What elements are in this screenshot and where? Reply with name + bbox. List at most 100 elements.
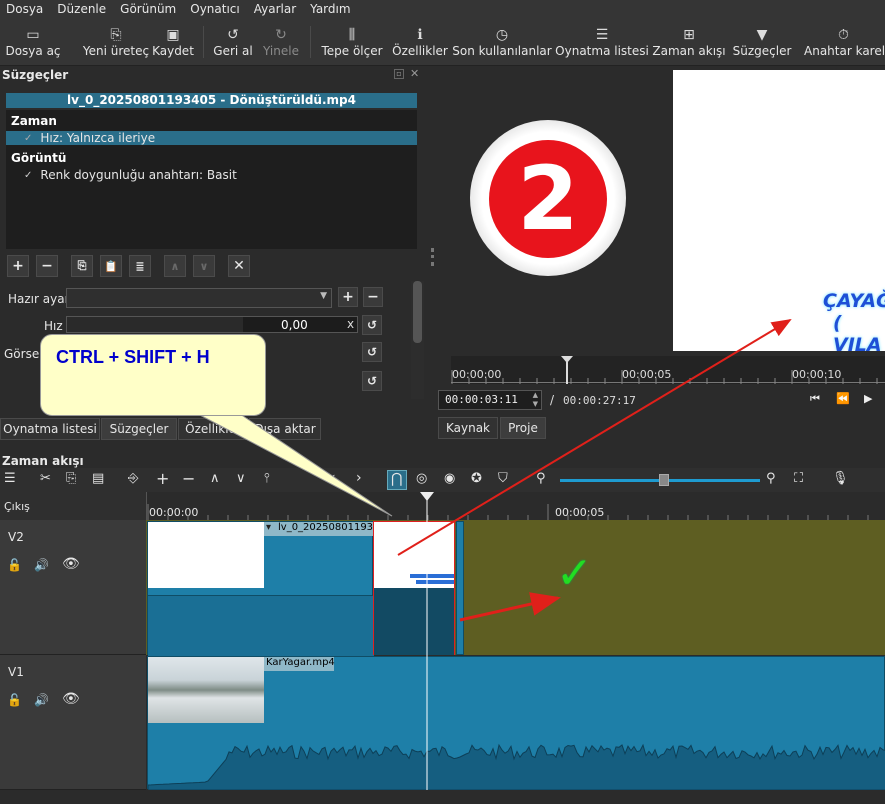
add-filter-button[interactable]: + [7, 255, 29, 277]
lock-icon[interactable]: 🔓 [7, 558, 22, 572]
paste-icon[interactable]: ▤ [92, 471, 104, 486]
ripple-markers-icon[interactable]: ⛉ [498, 471, 508, 486]
ripple-icon[interactable]: ◉ [444, 471, 455, 486]
keyframes-button[interactable]: ⏱ Anahtar karele [804, 20, 885, 64]
copy-icon[interactable]: ⎘ [66, 471, 76, 486]
reset-button[interactable]: ↺ [362, 371, 382, 391]
reset-speed-button[interactable]: ↺ [362, 315, 382, 335]
previous-icon[interactable]: ‹ [330, 470, 336, 486]
properties-button[interactable]: ℹ Özellikler [392, 20, 448, 64]
remove-filter-button[interactable]: − [36, 255, 58, 277]
timeline-scrollbar[interactable] [146, 790, 885, 804]
zoom-fit-icon[interactable]: ⛶ [794, 471, 803, 486]
tab-filters[interactable]: Süzgeçler [101, 418, 177, 440]
tab-playlist[interactable]: Oynatma listesi [0, 418, 100, 440]
playhead-marker[interactable] [561, 356, 573, 363]
menu-edit[interactable]: Düzenle [57, 2, 106, 16]
close-icon[interactable]: ✕ [410, 67, 419, 80]
open-file-button[interactable]: ▭ Dosya aç [5, 20, 60, 64]
record-audio-icon[interactable]: 🎙 [832, 471, 849, 486]
redo-button[interactable]: ↻ Yinele [262, 20, 300, 64]
playlist-button[interactable]: ☰ Oynatma listesi [555, 20, 649, 64]
tab-properties[interactable]: Özellikler [178, 418, 248, 440]
clip-v2-selected[interactable] [373, 521, 455, 655]
splitter-handle[interactable] [431, 248, 434, 266]
speed-slider[interactable]: 0,00 x [66, 316, 358, 333]
next-icon[interactable]: › [356, 470, 362, 486]
timeline-ruler[interactable]: 00:00:00 00:00:05 [146, 492, 885, 520]
deselect-filter-button[interactable]: ✕ [228, 255, 250, 277]
output-header: Çıkış [0, 492, 146, 520]
reset-button[interactable]: ↺ [362, 342, 382, 362]
menu-settings[interactable]: Ayarlar [254, 2, 296, 16]
move-down-button[interactable]: ∨ [193, 255, 215, 277]
scrollbar-track[interactable] [411, 281, 424, 399]
speaker-icon[interactable]: 🔊 [34, 558, 49, 572]
ripple-all-icon[interactable]: ✪ [471, 471, 482, 486]
peak-meter-button[interactable]: ⫼ Tepe ölçer [321, 20, 382, 64]
menu-view[interactable]: Görünüm [120, 2, 176, 16]
check-icon[interactable]: ✓ [24, 133, 32, 144]
add-preset-button[interactable]: + [338, 287, 358, 307]
speaker-icon[interactable]: 🔊 [34, 693, 49, 707]
eye-icon[interactable]: 👁 [62, 556, 80, 572]
tab-project[interactable]: Proje [500, 417, 546, 439]
playhead-marker[interactable] [420, 492, 434, 501]
menu-icon[interactable]: ☰ [4, 471, 16, 486]
scrub-icon[interactable]: ◎ [416, 471, 427, 486]
remove-preset-button[interactable]: − [363, 287, 383, 307]
speed-value[interactable]: 0,00 [281, 318, 308, 332]
tab-export[interactable]: Dışa aktar [249, 418, 321, 440]
menu-player[interactable]: Oynatıcı [190, 2, 239, 16]
tab-source[interactable]: Kaynak [438, 417, 498, 439]
split-icon[interactable]: ⫯ [264, 471, 270, 486]
spin-arrows-icon[interactable]: ▲ ▼ [533, 391, 538, 409]
filter-item-speed[interactable]: ✓ Hız: Yalnızca ileriye [6, 131, 417, 145]
clear-icon[interactable]: x [347, 317, 354, 331]
save-button[interactable]: ▣ Kaydet [152, 20, 194, 64]
append-icon[interactable]: ⎆ [128, 471, 138, 486]
lift-icon[interactable]: ∧ [210, 471, 220, 486]
menu-file[interactable]: Dosya [6, 2, 43, 16]
play-icon[interactable]: ▶ [864, 392, 872, 405]
lock-icon[interactable]: 🔓 [7, 693, 22, 707]
plus-icon[interactable]: + [156, 469, 169, 488]
zoom-out-icon[interactable]: ⚲ [536, 471, 546, 486]
clip-v2-main[interactable]: ▾ lv_0_202508011934 [147, 521, 379, 656]
menu-help[interactable]: Yardım [310, 2, 350, 16]
filter-item-saturation[interactable]: ✓ Renk doygunluğu anahtarı: Basit [6, 168, 417, 182]
copy-filters-button[interactable]: ⎘ [71, 255, 93, 277]
move-up-button[interactable]: ∧ [164, 255, 186, 277]
current-time-field[interactable]: 00:00:03:11 ▲ ▼ [438, 390, 542, 410]
save-preset-button[interactable]: ≣ [129, 255, 151, 277]
overwrite-icon[interactable]: ∨ [236, 471, 246, 486]
clip-v1[interactable]: KarYagar.mp4 [147, 656, 885, 790]
snap-toggle[interactable]: ⋂ [387, 470, 407, 490]
recent-button[interactable]: ◷ Son kullanılanlar [452, 20, 551, 64]
current-time-value[interactable]: 00:00:03:11 [445, 393, 518, 406]
filter-list[interactable]: Zaman ✓ Hız: Yalnızca ileriye Görüntü ✓ … [6, 110, 417, 249]
filters-button[interactable]: ▼ Süzgeçler [733, 20, 792, 64]
eye-icon[interactable]: 👁 [62, 691, 80, 707]
minus-icon[interactable]: − [182, 469, 195, 488]
video-preview[interactable]: ÇAYAĞ ( VILA [673, 70, 885, 351]
timeline-playhead[interactable] [418, 492, 436, 804]
zoom-in-icon[interactable]: ⚲ [766, 471, 776, 486]
viewer-ruler[interactable]: 00:00:00 00:00:05 00:00:10 [451, 356, 885, 384]
cut-icon[interactable]: ✂ [40, 471, 51, 486]
zoom-slider-handle[interactable] [659, 474, 669, 486]
scrollbar-thumb[interactable] [413, 281, 422, 343]
track-header-v2[interactable]: V2 🔓 🔊 👁 [0, 520, 146, 655]
timeline-button[interactable]: ⊞ Zaman akışı [652, 20, 725, 64]
undo-button[interactable]: ↺ Geri al [213, 20, 252, 64]
skip-previous-icon[interactable]: ⏮ [810, 392, 820, 406]
paste-filters-button[interactable]: 📋 [100, 255, 122, 277]
check-icon[interactable]: ✓ [24, 170, 32, 181]
track-header-v1[interactable]: V1 🔓 🔊 👁 [0, 655, 146, 790]
new-generator-button[interactable]: ⎘ Yeni üreteç [83, 20, 149, 64]
preset-combobox[interactable]: ▼ [66, 288, 332, 308]
rewind-icon[interactable]: ⏪ [836, 392, 850, 405]
clip-v2-tail[interactable] [456, 521, 464, 655]
float-icon[interactable]: ▫ [394, 69, 404, 79]
clip-title-bar: KarYagar.mp4 [264, 657, 335, 671]
